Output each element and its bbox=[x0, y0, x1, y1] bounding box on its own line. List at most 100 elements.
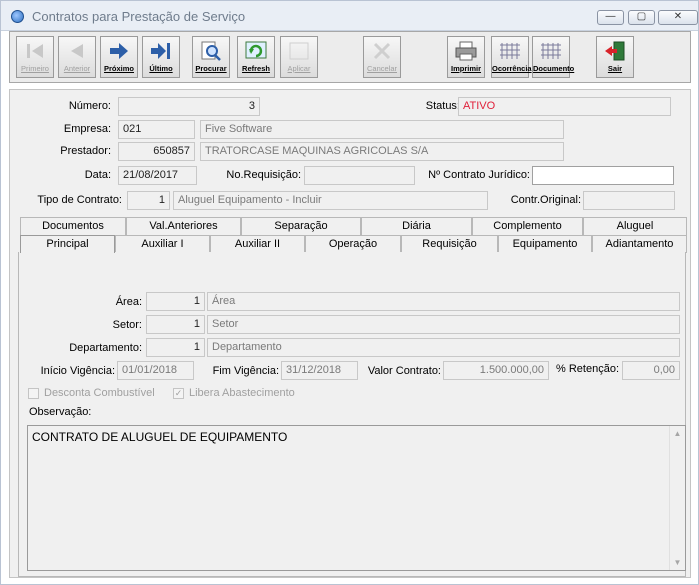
tab-separacao[interactable]: Separação bbox=[241, 217, 361, 235]
contrato-juridico-field[interactable] bbox=[532, 166, 674, 185]
prestador-label: Prestador: bbox=[60, 145, 111, 157]
occurrence-label: Ocorrência bbox=[492, 64, 532, 73]
departamento-label: Departamento: bbox=[69, 342, 142, 354]
refresh-button[interactable]: Refresh bbox=[237, 36, 275, 78]
retencao-field[interactable]: 0,00 bbox=[622, 361, 680, 380]
tabs-back-row: Documentos Val.Anteriores Separação Diár… bbox=[20, 217, 687, 235]
tab-aluguel[interactable]: Aluguel bbox=[583, 217, 687, 235]
tabs-front-row: Principal Auxiliar I Auxiliar II Operaçã… bbox=[20, 235, 687, 253]
exit-door-icon bbox=[605, 41, 625, 61]
next-button[interactable]: Próximo bbox=[100, 36, 138, 78]
last-label: Último bbox=[149, 64, 173, 73]
valor-contrato-field[interactable]: 1.500.000,00 bbox=[443, 361, 549, 380]
apply-button[interactable]: Aplicar bbox=[280, 36, 318, 78]
last-button[interactable]: Último bbox=[142, 36, 180, 78]
window-title: Contratos para Prestação de Serviço bbox=[32, 9, 246, 24]
cancel-button[interactable]: Cancelar bbox=[363, 36, 401, 78]
scroll-up-icon[interactable]: ▲ bbox=[670, 426, 685, 441]
search-label: Procurar bbox=[195, 64, 227, 73]
minimize-button[interactable]: — bbox=[597, 10, 624, 25]
previous-label: Anterior bbox=[63, 64, 91, 73]
desconta-combustivel-checkbox[interactable] bbox=[28, 388, 39, 399]
observacao-scrollbar[interactable]: ▲ ▼ bbox=[669, 426, 685, 570]
retencao-label: % Retenção: bbox=[556, 363, 619, 375]
exit-label: Sair bbox=[607, 64, 623, 73]
tab-complemento[interactable]: Complemento bbox=[472, 217, 583, 235]
first-button[interactable]: Primeiro bbox=[16, 36, 54, 78]
setor-code-field[interactable]: 1 bbox=[146, 315, 205, 334]
fim-vigencia-field[interactable]: 31/12/2018 bbox=[281, 361, 358, 380]
empresa-name-field[interactable]: Five Software bbox=[200, 120, 564, 139]
tab-documentos[interactable]: Documentos bbox=[20, 217, 126, 235]
prestador-code-field[interactable]: 650857 bbox=[118, 142, 195, 161]
previous-button[interactable]: Anterior bbox=[58, 36, 96, 78]
tab-auxiliar-ii[interactable]: Auxiliar II bbox=[210, 235, 305, 253]
refresh-icon bbox=[245, 41, 267, 59]
tipo-contrato-name-field[interactable]: Aluguel Equipamento - Incluir bbox=[173, 191, 488, 210]
first-record-icon bbox=[27, 44, 43, 58]
data-label: Data: bbox=[84, 169, 111, 181]
setor-name-field[interactable]: Setor bbox=[207, 315, 680, 334]
status-label: Status: bbox=[425, 100, 460, 112]
contr-original-field[interactable] bbox=[583, 191, 675, 210]
search-icon bbox=[201, 41, 221, 61]
cancel-icon bbox=[373, 42, 391, 60]
tipo-contrato-label: Tipo de Contrato: bbox=[37, 194, 122, 206]
tab-diaria[interactable]: Diária bbox=[361, 217, 472, 235]
observacao-memo[interactable]: CONTRATO DE ALUGUEL DE EQUIPAMENTO ▲ ▼ bbox=[27, 425, 686, 571]
title-bar: Contratos para Prestação de Serviço — ▢ … bbox=[1, 1, 698, 31]
main-form: Número: 3 Status: ATIVO Empresa: 021 Fiv… bbox=[9, 89, 691, 578]
exit-button[interactable]: Sair bbox=[596, 36, 634, 78]
observacao-label: Observação: bbox=[29, 406, 92, 418]
status-field[interactable]: ATIVO bbox=[458, 97, 671, 116]
toolbar: Primeiro Anterior Próximo Último Procura… bbox=[9, 31, 691, 83]
print-label: Imprimir bbox=[450, 64, 481, 73]
scroll-down-icon[interactable]: ▼ bbox=[670, 555, 685, 570]
app-icon bbox=[11, 10, 24, 23]
tab-principal[interactable]: Principal bbox=[20, 235, 115, 253]
prestador-name-field[interactable]: TRATORCASE MAQUINAS AGRICOLAS S/A bbox=[200, 142, 564, 161]
tab-auxiliar-i[interactable]: Auxiliar I bbox=[115, 235, 210, 253]
document-label: Documento bbox=[533, 64, 575, 73]
departamento-name-field[interactable]: Departamento bbox=[207, 338, 680, 357]
libera-abastecimento-checkbox[interactable]: ✓ bbox=[173, 388, 184, 399]
cancel-label: Cancelar bbox=[366, 64, 397, 73]
data-field[interactable]: 21/08/2017 bbox=[118, 166, 197, 185]
requisicao-field[interactable] bbox=[304, 166, 415, 185]
print-button[interactable]: Imprimir bbox=[447, 36, 485, 78]
empresa-code-field[interactable]: 021 bbox=[118, 120, 195, 139]
inicio-vigencia-field[interactable]: 01/01/2018 bbox=[117, 361, 194, 380]
principal-panel: Área: 1 Área Setor: 1 Setor Departamento… bbox=[18, 252, 686, 577]
tipo-contrato-code-field[interactable]: 1 bbox=[127, 191, 170, 210]
inicio-vigencia-label: Início Vigência: bbox=[40, 365, 115, 377]
last-record-icon bbox=[151, 43, 170, 59]
contr-original-label: Contr.Original: bbox=[510, 194, 581, 206]
area-name-field[interactable]: Área bbox=[207, 292, 680, 311]
numero-label: Número: bbox=[68, 100, 111, 112]
previous-record-icon bbox=[71, 44, 83, 58]
tab-requisicao[interactable]: Requisição bbox=[401, 235, 498, 253]
requisicao-label: No.Requisição: bbox=[226, 169, 301, 181]
area-code-field[interactable]: 1 bbox=[146, 292, 205, 311]
tab-equipamento[interactable]: Equipamento bbox=[498, 235, 592, 253]
document-button[interactable]: Documento bbox=[532, 36, 575, 78]
tab-operacao[interactable]: Operação bbox=[305, 235, 401, 253]
observacao-text: CONTRATO DE ALUGUEL DE EQUIPAMENTO bbox=[32, 430, 288, 444]
tab-val-anteriores[interactable]: Val.Anteriores bbox=[126, 217, 241, 235]
setor-label: Setor: bbox=[112, 319, 142, 331]
search-button[interactable]: Procurar bbox=[192, 36, 230, 78]
next-record-icon bbox=[110, 43, 128, 59]
numero-field[interactable]: 3 bbox=[118, 97, 260, 116]
fim-vigencia-label: Fim Vigência: bbox=[212, 365, 279, 377]
contrato-juridico-label: Nº Contrato Jurídico: bbox=[428, 169, 530, 181]
occurrence-button[interactable]: Ocorrência bbox=[491, 36, 532, 78]
departamento-code-field[interactable]: 1 bbox=[146, 338, 205, 357]
maximize-button[interactable]: ▢ bbox=[628, 10, 655, 25]
valor-contrato-label: Valor Contrato: bbox=[367, 365, 441, 377]
close-button[interactable]: ✕ bbox=[658, 10, 698, 25]
grid-icon bbox=[541, 43, 561, 59]
next-label: Próximo bbox=[103, 64, 134, 73]
refresh-label: Refresh bbox=[242, 64, 270, 73]
apply-icon bbox=[289, 42, 309, 60]
tab-adiantamento[interactable]: Adiantamento bbox=[592, 235, 687, 253]
